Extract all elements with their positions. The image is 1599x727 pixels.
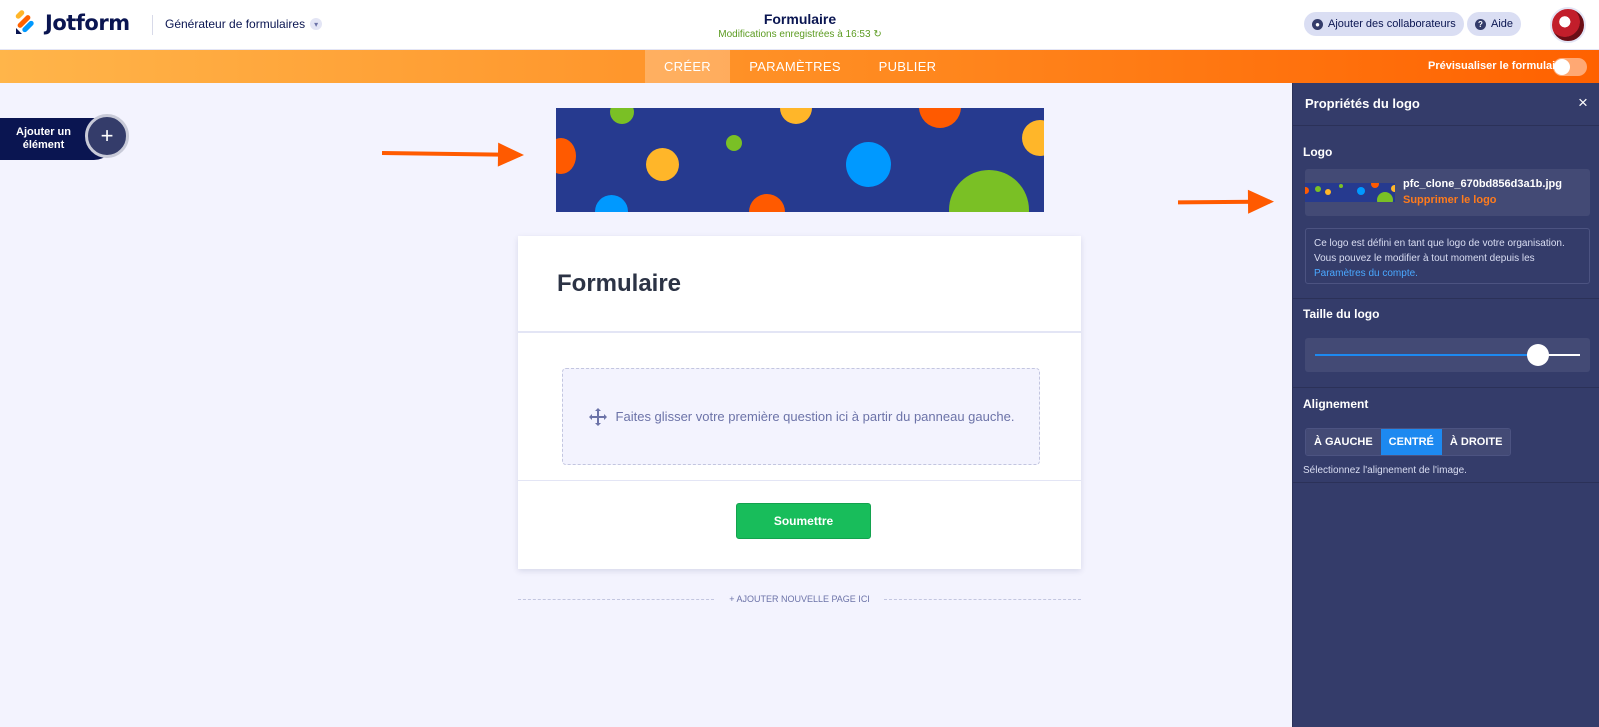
- decor-dot: [1357, 187, 1365, 195]
- panel-title: Propriétés du logo: [1305, 96, 1420, 111]
- decor-dot: [846, 142, 891, 187]
- panel-header: Propriétés du logo ×: [1293, 83, 1599, 126]
- card-divider: [518, 480, 1081, 481]
- decor-dot: [919, 108, 961, 128]
- account-settings-link[interactable]: Paramètres du compte.: [1314, 268, 1418, 279]
- user-icon: ●: [1312, 18, 1323, 30]
- remove-logo-link[interactable]: Supprimer le logo: [1403, 194, 1497, 206]
- annotation-arrow-logo: [1177, 199, 1271, 205]
- preview-toggle[interactable]: [1553, 58, 1587, 76]
- form-logo-image[interactable]: [556, 108, 1044, 212]
- add-page-row[interactable]: + AJOUTER NOUVELLE PAGE ICI: [518, 592, 1081, 608]
- chevron-down-icon: ▾: [310, 18, 323, 30]
- slider-handle[interactable]: [1526, 344, 1549, 366]
- close-icon[interactable]: ×: [1574, 93, 1592, 113]
- jotform-logo[interactable]: Jotform: [14, 10, 130, 36]
- jotform-mark-icon: [15, 10, 34, 34]
- decor-dot: [1391, 185, 1395, 192]
- tab-create[interactable]: CRÉER: [645, 50, 730, 83]
- decor-dot: [1315, 186, 1321, 192]
- decor-dot: [595, 195, 628, 212]
- plus-icon[interactable]: +: [85, 114, 129, 158]
- decor-dot: [610, 108, 634, 124]
- size-section-label: Taille du logo: [1303, 307, 1380, 321]
- toggle-knob: [1554, 59, 1570, 75]
- avatar[interactable]: [1550, 7, 1586, 43]
- alignment-hint: Sélectionnez l'alignement de l'image.: [1303, 465, 1467, 476]
- align-left-button[interactable]: À GAUCHE: [1306, 429, 1381, 455]
- logo-file-card: pfc_clone_670bd856d3a1b.jpg Supprimer le…: [1305, 169, 1590, 216]
- header-divider: [152, 15, 153, 35]
- panel-divider: [1293, 387, 1599, 388]
- logo-file-name: pfc_clone_670bd856d3a1b.jpg: [1403, 178, 1562, 190]
- add-element-button[interactable]: Ajouter un élément +: [0, 114, 129, 160]
- decor-dot: [556, 138, 576, 174]
- help-button[interactable]: ? Aide: [1467, 12, 1522, 36]
- decor-dot: [1371, 183, 1379, 188]
- add-element-label: Ajouter un élément: [16, 126, 71, 151]
- top-header: Jotform Générateur de formulaires ▾ Form…: [0, 0, 1599, 50]
- decor-dot: [780, 108, 812, 124]
- panel-divider: [1293, 482, 1599, 483]
- move-icon: [588, 407, 607, 426]
- decor-dot: [1377, 192, 1393, 202]
- form-heading[interactable]: Formulaire: [557, 270, 681, 298]
- decor-dot: [1325, 189, 1331, 195]
- decor-dot: [1022, 120, 1044, 156]
- question-dropzone[interactable]: Faites glisser votre première question i…: [562, 368, 1040, 465]
- logo-section-label: Logo: [1303, 145, 1333, 159]
- form-title[interactable]: Formulaire: [650, 11, 950, 27]
- dropzone-text: Faites glisser votre première question i…: [615, 409, 1015, 424]
- preview-label: Prévisualiser le formulaire: [1428, 60, 1566, 72]
- form-card: Formulaire Faites glisser votre première…: [518, 236, 1081, 569]
- align-center-button[interactable]: CENTRÉ: [1380, 429, 1442, 455]
- decor-dot: [726, 135, 742, 151]
- panel-divider: [1293, 298, 1599, 299]
- align-right-button[interactable]: À DROITE: [1441, 429, 1511, 455]
- add-collaborators-button[interactable]: ● Ajouter des collaborateurs: [1304, 12, 1464, 36]
- form-title-block: Formulaire Modifications enregistrées à …: [650, 11, 950, 40]
- alignment-segmented-control: À GAUCHE CENTRÉ À DROITE: [1305, 428, 1512, 456]
- help-icon: ?: [1475, 18, 1486, 30]
- logo-size-slider[interactable]: [1305, 338, 1590, 372]
- alignment-section-label: Alignement: [1303, 397, 1369, 411]
- info-text: Ce logo est défini en tant que logo de v…: [1314, 238, 1565, 264]
- add-page-label[interactable]: + AJOUTER NOUVELLE PAGE ICI: [518, 594, 1081, 604]
- slider-fill: [1315, 354, 1538, 356]
- builder-menu-label: Générateur de formulaires: [165, 17, 306, 31]
- save-status: Modifications enregistrées à 16:53 ↻: [718, 29, 882, 40]
- decor-dot: [1339, 184, 1343, 188]
- decor-dot: [646, 148, 679, 181]
- logo-thumbnail: [1305, 183, 1395, 202]
- decor-dot: [949, 170, 1029, 212]
- tab-publish[interactable]: PUBLIER: [870, 50, 945, 83]
- brand-name: Jotform: [45, 11, 130, 35]
- refresh-icon: ↻: [873, 29, 882, 40]
- card-divider: [518, 331, 1081, 333]
- submit-button[interactable]: Soumettre: [736, 503, 871, 539]
- builder-navbar: CRÉER PARAMÈTRES PUBLIER Prévisualiser l…: [0, 50, 1599, 83]
- annotation-arrow-banner: [381, 151, 521, 157]
- logo-properties-panel: Propriétés du logo × Logo pfc_clone_670b…: [1292, 83, 1599, 727]
- tab-settings[interactable]: PARAMÈTRES: [740, 50, 850, 83]
- decor-dot: [749, 194, 785, 212]
- logo-info-box: Ce logo est défini en tant que logo de v…: [1305, 228, 1590, 284]
- decor-dot: [1305, 187, 1309, 194]
- builder-menu[interactable]: Générateur de formulaires ▾: [165, 17, 323, 31]
